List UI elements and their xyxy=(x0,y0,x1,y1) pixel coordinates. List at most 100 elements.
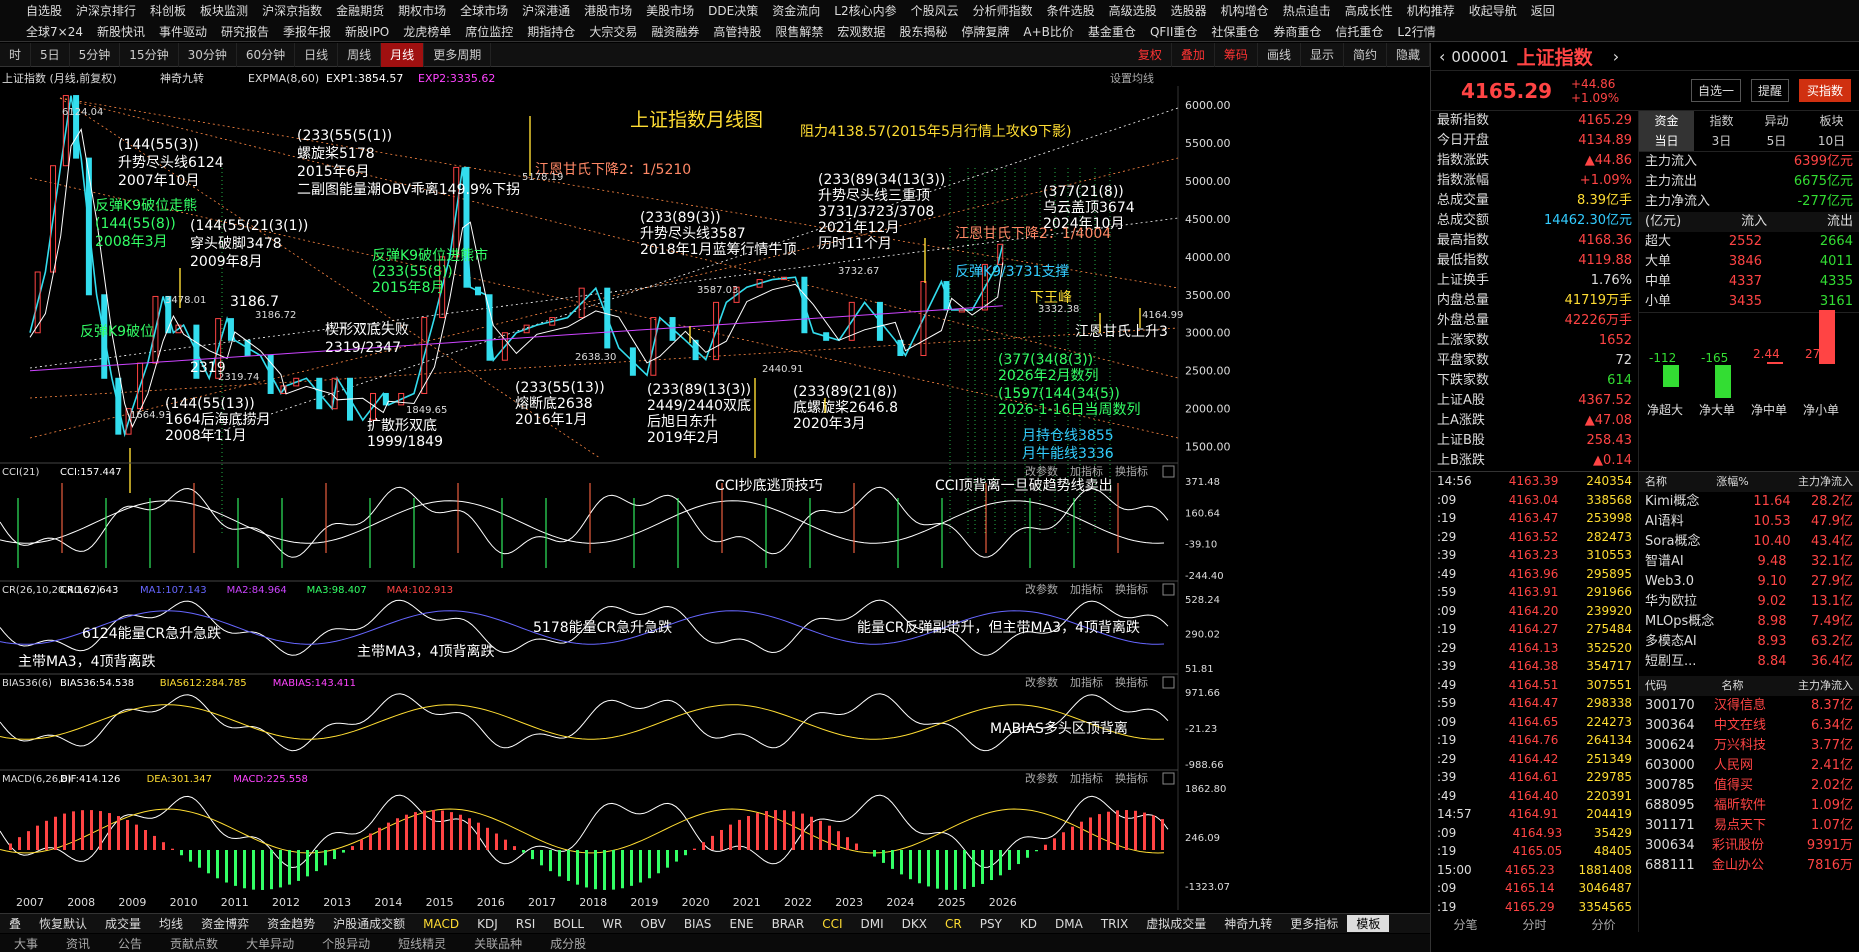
menu-item[interactable]: 全球7×24 xyxy=(26,23,83,40)
stock-name[interactable]: 万兴科技 xyxy=(1714,736,1794,756)
sub-panel-button[interactable]: 改参数 xyxy=(1025,464,1058,478)
menu-item[interactable]: DDE决策 xyxy=(708,2,758,19)
concept-row[interactable]: 智谱AI 9.48 32.1亿 xyxy=(1639,552,1859,572)
concept-row[interactable]: MLOps概念 8.98 7.49亿 xyxy=(1639,612,1859,632)
stock-name[interactable]: 值得买 xyxy=(1714,776,1794,796)
menu-item[interactable]: QFII重仓 xyxy=(1150,23,1197,40)
concept-name[interactable]: Kimi概念 xyxy=(1645,492,1733,512)
menu-item[interactable]: 新股IPO xyxy=(345,23,389,40)
stock-row[interactable]: 301171 易点天下 1.07亿 xyxy=(1639,816,1859,836)
sub-panel-button[interactable]: 换指标 xyxy=(1115,582,1148,596)
concept-name[interactable]: Web3.0 xyxy=(1645,572,1733,592)
period-tab[interactable]: 5分钟 xyxy=(70,42,121,67)
period-tab[interactable]: 30分钟 xyxy=(179,42,237,67)
indicator-tab[interactable]: OBV xyxy=(631,917,675,931)
sub-panel-button[interactable]: 加指标 xyxy=(1070,675,1103,689)
sub-panel-button[interactable]: 换指标 xyxy=(1115,675,1148,689)
info-tab[interactable]: 公告 xyxy=(104,935,156,952)
menu-item[interactable]: 沪深京排行 xyxy=(76,2,136,19)
flow-tab[interactable]: 资金 xyxy=(1639,111,1694,131)
menu-item[interactable]: 龙虎榜单 xyxy=(403,23,451,40)
indicator-tab[interactable]: 虚拟成交量 xyxy=(1137,915,1215,932)
menu-item[interactable]: 分析师指数 xyxy=(973,2,1033,19)
menu-item[interactable]: 资金流向 xyxy=(772,2,820,19)
flow-tab[interactable]: 板块 xyxy=(1804,111,1859,131)
menu-item[interactable]: 研究报告 xyxy=(221,23,269,40)
indicator-tab[interactable]: BOLL xyxy=(544,917,593,931)
period-tab[interactable]: 月线 xyxy=(381,42,425,67)
indicator-tab[interactable]: KD xyxy=(1011,917,1046,931)
indicator-tab[interactable]: 神奇九转 xyxy=(1215,915,1281,932)
menu-item[interactable]: L2核心内参 xyxy=(834,2,896,19)
concept-row[interactable]: AI语料 10.53 47.9亿 xyxy=(1639,512,1859,532)
menu-item[interactable]: 返回 xyxy=(1531,2,1555,19)
concept-name[interactable]: 智谱AI xyxy=(1645,552,1733,572)
stock-name[interactable]: 人民网 xyxy=(1714,756,1794,776)
toolbar-button[interactable]: 简约 xyxy=(1344,42,1387,67)
concept-row[interactable]: 短剧互... 8.84 36.4亿 xyxy=(1639,652,1859,672)
sub-panel-button[interactable]: 改参数 xyxy=(1025,771,1058,785)
stock-row[interactable]: 300364 中文在线 6.34亿 xyxy=(1639,716,1859,736)
trade-button[interactable]: 买指数 xyxy=(1799,79,1852,102)
flow-tab[interactable]: 指数 xyxy=(1694,111,1749,131)
period-tab[interactable]: 5日 xyxy=(31,42,70,67)
stock-header-cell[interactable]: 名称 xyxy=(1722,676,1744,696)
info-tab[interactable]: 大事 xyxy=(0,935,52,952)
indicator-tab[interactable]: 恢复默认 xyxy=(30,915,96,932)
concept-row[interactable]: Kimi概念 11.64 28.2亿 xyxy=(1639,492,1859,512)
indicator-tab[interactable]: 资金博弈 xyxy=(192,915,258,932)
menu-item[interactable]: 选股器 xyxy=(1171,2,1207,19)
close-icon[interactable] xyxy=(1162,583,1175,596)
flow-tab[interactable]: 异动 xyxy=(1749,111,1804,131)
indicator-tab[interactable]: 沪股通成交额 xyxy=(324,915,414,932)
stock-name[interactable]: 彩讯股份 xyxy=(1712,836,1792,856)
indicator-tab[interactable]: 更多指标 xyxy=(1281,915,1347,932)
menu-item[interactable]: 融资融券 xyxy=(651,23,699,40)
toolbar-button[interactable]: 叠加 xyxy=(1172,42,1215,67)
concept-row[interactable]: 多模态AI 8.93 63.2亿 xyxy=(1639,632,1859,652)
menu-item[interactable]: 全球市场 xyxy=(460,2,508,19)
toolbar-button[interactable]: 隐藏 xyxy=(1387,42,1430,67)
menu-item[interactable]: 热点追击 xyxy=(1283,2,1331,19)
concept-row[interactable]: Sora概念 10.40 43.4亿 xyxy=(1639,532,1859,552)
period-tab[interactable]: 日线 xyxy=(295,42,339,67)
menu-item[interactable]: 高管持股 xyxy=(713,23,761,40)
stock-name[interactable]: 易点天下 xyxy=(1714,816,1794,836)
indicator-tab[interactable]: ENE xyxy=(720,917,762,931)
info-tab[interactable]: 资讯 xyxy=(52,935,104,952)
sub-panel-button[interactable]: 加指标 xyxy=(1070,464,1103,478)
indicator-tab[interactable]: CR xyxy=(936,917,971,931)
menu-item[interactable]: 高成长性 xyxy=(1345,2,1393,19)
menu-item[interactable]: 自选股 xyxy=(26,2,62,19)
menu-item[interactable]: 券商重仓 xyxy=(1273,23,1321,40)
indicator-tab[interactable]: MACD xyxy=(414,917,468,931)
stock-name[interactable]: 福昕软件 xyxy=(1714,796,1794,816)
next-arrow-icon[interactable]: › xyxy=(1613,47,1619,66)
menu-item[interactable]: L2行情 xyxy=(1397,23,1435,40)
close-icon[interactable] xyxy=(1162,676,1175,689)
menu-item[interactable]: 板块监测 xyxy=(200,2,248,19)
indicator-tab[interactable]: KDJ xyxy=(468,917,507,931)
menu-item[interactable]: 停牌复牌 xyxy=(961,23,1009,40)
toolbar-button[interactable]: 画线 xyxy=(1258,42,1301,67)
indicator-tab[interactable]: BIAS xyxy=(675,917,721,931)
stock-row[interactable]: 300624 万兴科技 3.77亿 xyxy=(1639,736,1859,756)
sub-panel-button[interactable]: 换指标 xyxy=(1115,771,1148,785)
info-tab[interactable]: 关联品种 xyxy=(460,935,536,952)
alert-button[interactable]: 提醒 xyxy=(1751,79,1790,102)
indicator-tab[interactable]: 成交量 xyxy=(96,915,150,932)
concept-name[interactable]: 华为欧拉 xyxy=(1645,592,1733,612)
menu-item[interactable]: 高级选股 xyxy=(1109,2,1157,19)
indicator-tab[interactable]: WR xyxy=(593,917,631,931)
concept-name[interactable]: 短剧互... xyxy=(1645,652,1733,672)
menu-item[interactable]: 席位监控 xyxy=(465,23,513,40)
concept-header-cell[interactable]: 涨幅% xyxy=(1716,472,1748,492)
concept-name[interactable]: AI语料 xyxy=(1645,512,1733,532)
close-icon[interactable] xyxy=(1162,772,1175,785)
menu-item[interactable]: 机构增仓 xyxy=(1221,2,1269,19)
menu-item[interactable]: 金融期货 xyxy=(336,2,384,19)
stock-name[interactable]: 中文在线 xyxy=(1714,716,1794,736)
concept-name[interactable]: Sora概念 xyxy=(1645,532,1733,552)
settings-ma-button[interactable]: 设置均线 xyxy=(1110,71,1154,85)
period-tab[interactable]: 周线 xyxy=(338,42,382,67)
